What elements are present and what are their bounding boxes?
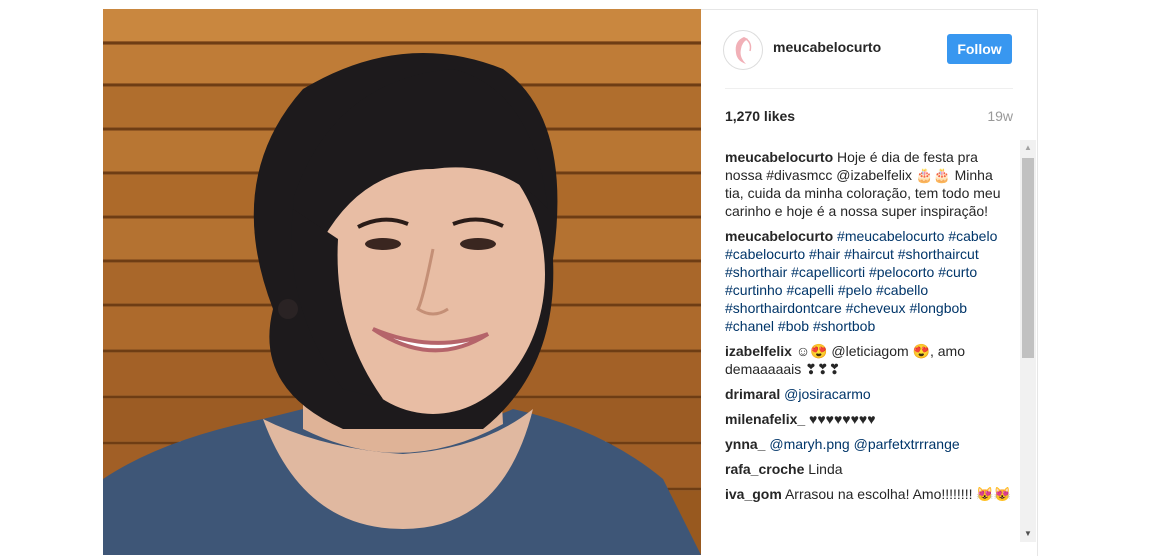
list-item: meucabelocurto #meucabelocurto #cabelo #… [725,227,1015,335]
likes-count[interactable]: 1,270 likes [725,108,795,124]
comment-username[interactable]: iva_gom [725,486,782,502]
comment-text[interactable]: @maryh.png @parfetxtrrrange [769,436,959,452]
follow-button[interactable]: Follow [947,34,1012,64]
list-item: milenafelix_ ♥♥♥♥♥♥♥♥ [725,410,1015,428]
list-item: izabelfelix ☺😍 @leticiagom 😍, amo demaaa… [725,342,1015,378]
scrollbar-thumb[interactable] [1022,158,1034,358]
post-panel: meucabelocurto Follow 1,270 likes 19w me… [701,9,1038,556]
post-header: meucabelocurto Follow [701,10,1037,88]
comment-text: Linda [808,461,843,477]
list-item: iva_gom Arrasou na escolha! Amo!!!!!!!! … [725,485,1015,503]
hair-silhouette-logo-icon [735,37,752,64]
list-item: drimaral @josiracarmo [725,385,1015,403]
divider [725,88,1013,89]
comment-username[interactable]: milenafelix_ [725,411,805,427]
comment-text: ♥♥♥♥♥♥♥♥ [809,411,876,427]
comment-text: Arrasou na escolha! Amo!!!!!!!! 😻😻 [784,486,1012,502]
post-username[interactable]: meucabelocurto [773,39,881,55]
list-item: meucabelocurto Hoje é dia de festa pra n… [725,148,1015,220]
list-item: rafa_croche Linda [725,460,1015,478]
arrow-up-icon[interactable]: ▲ [1020,140,1036,156]
list-item: ynna_ @maryh.png @parfetxtrrrange [725,435,1015,453]
comment-username[interactable]: drimaral [725,386,780,402]
arrow-down-icon[interactable]: ▼ [1020,526,1036,542]
comment-username[interactable]: meucabelocurto [725,149,833,165]
comment-username[interactable]: izabelfelix [725,343,792,359]
comment-username[interactable]: ynna_ [725,436,765,452]
avatar[interactable] [723,30,763,70]
post-age[interactable]: 19w [987,108,1013,124]
comments-scrollbar[interactable]: ▲ ▼ [1020,140,1036,542]
comment-username[interactable]: rafa_croche [725,461,804,477]
comments-list: meucabelocurto Hoje é dia de festa pra n… [725,148,1015,546]
comment-username[interactable]: meucabelocurto [725,228,833,244]
post-photo[interactable] [103,9,701,555]
comment-text[interactable]: @josiracarmo [784,386,871,402]
